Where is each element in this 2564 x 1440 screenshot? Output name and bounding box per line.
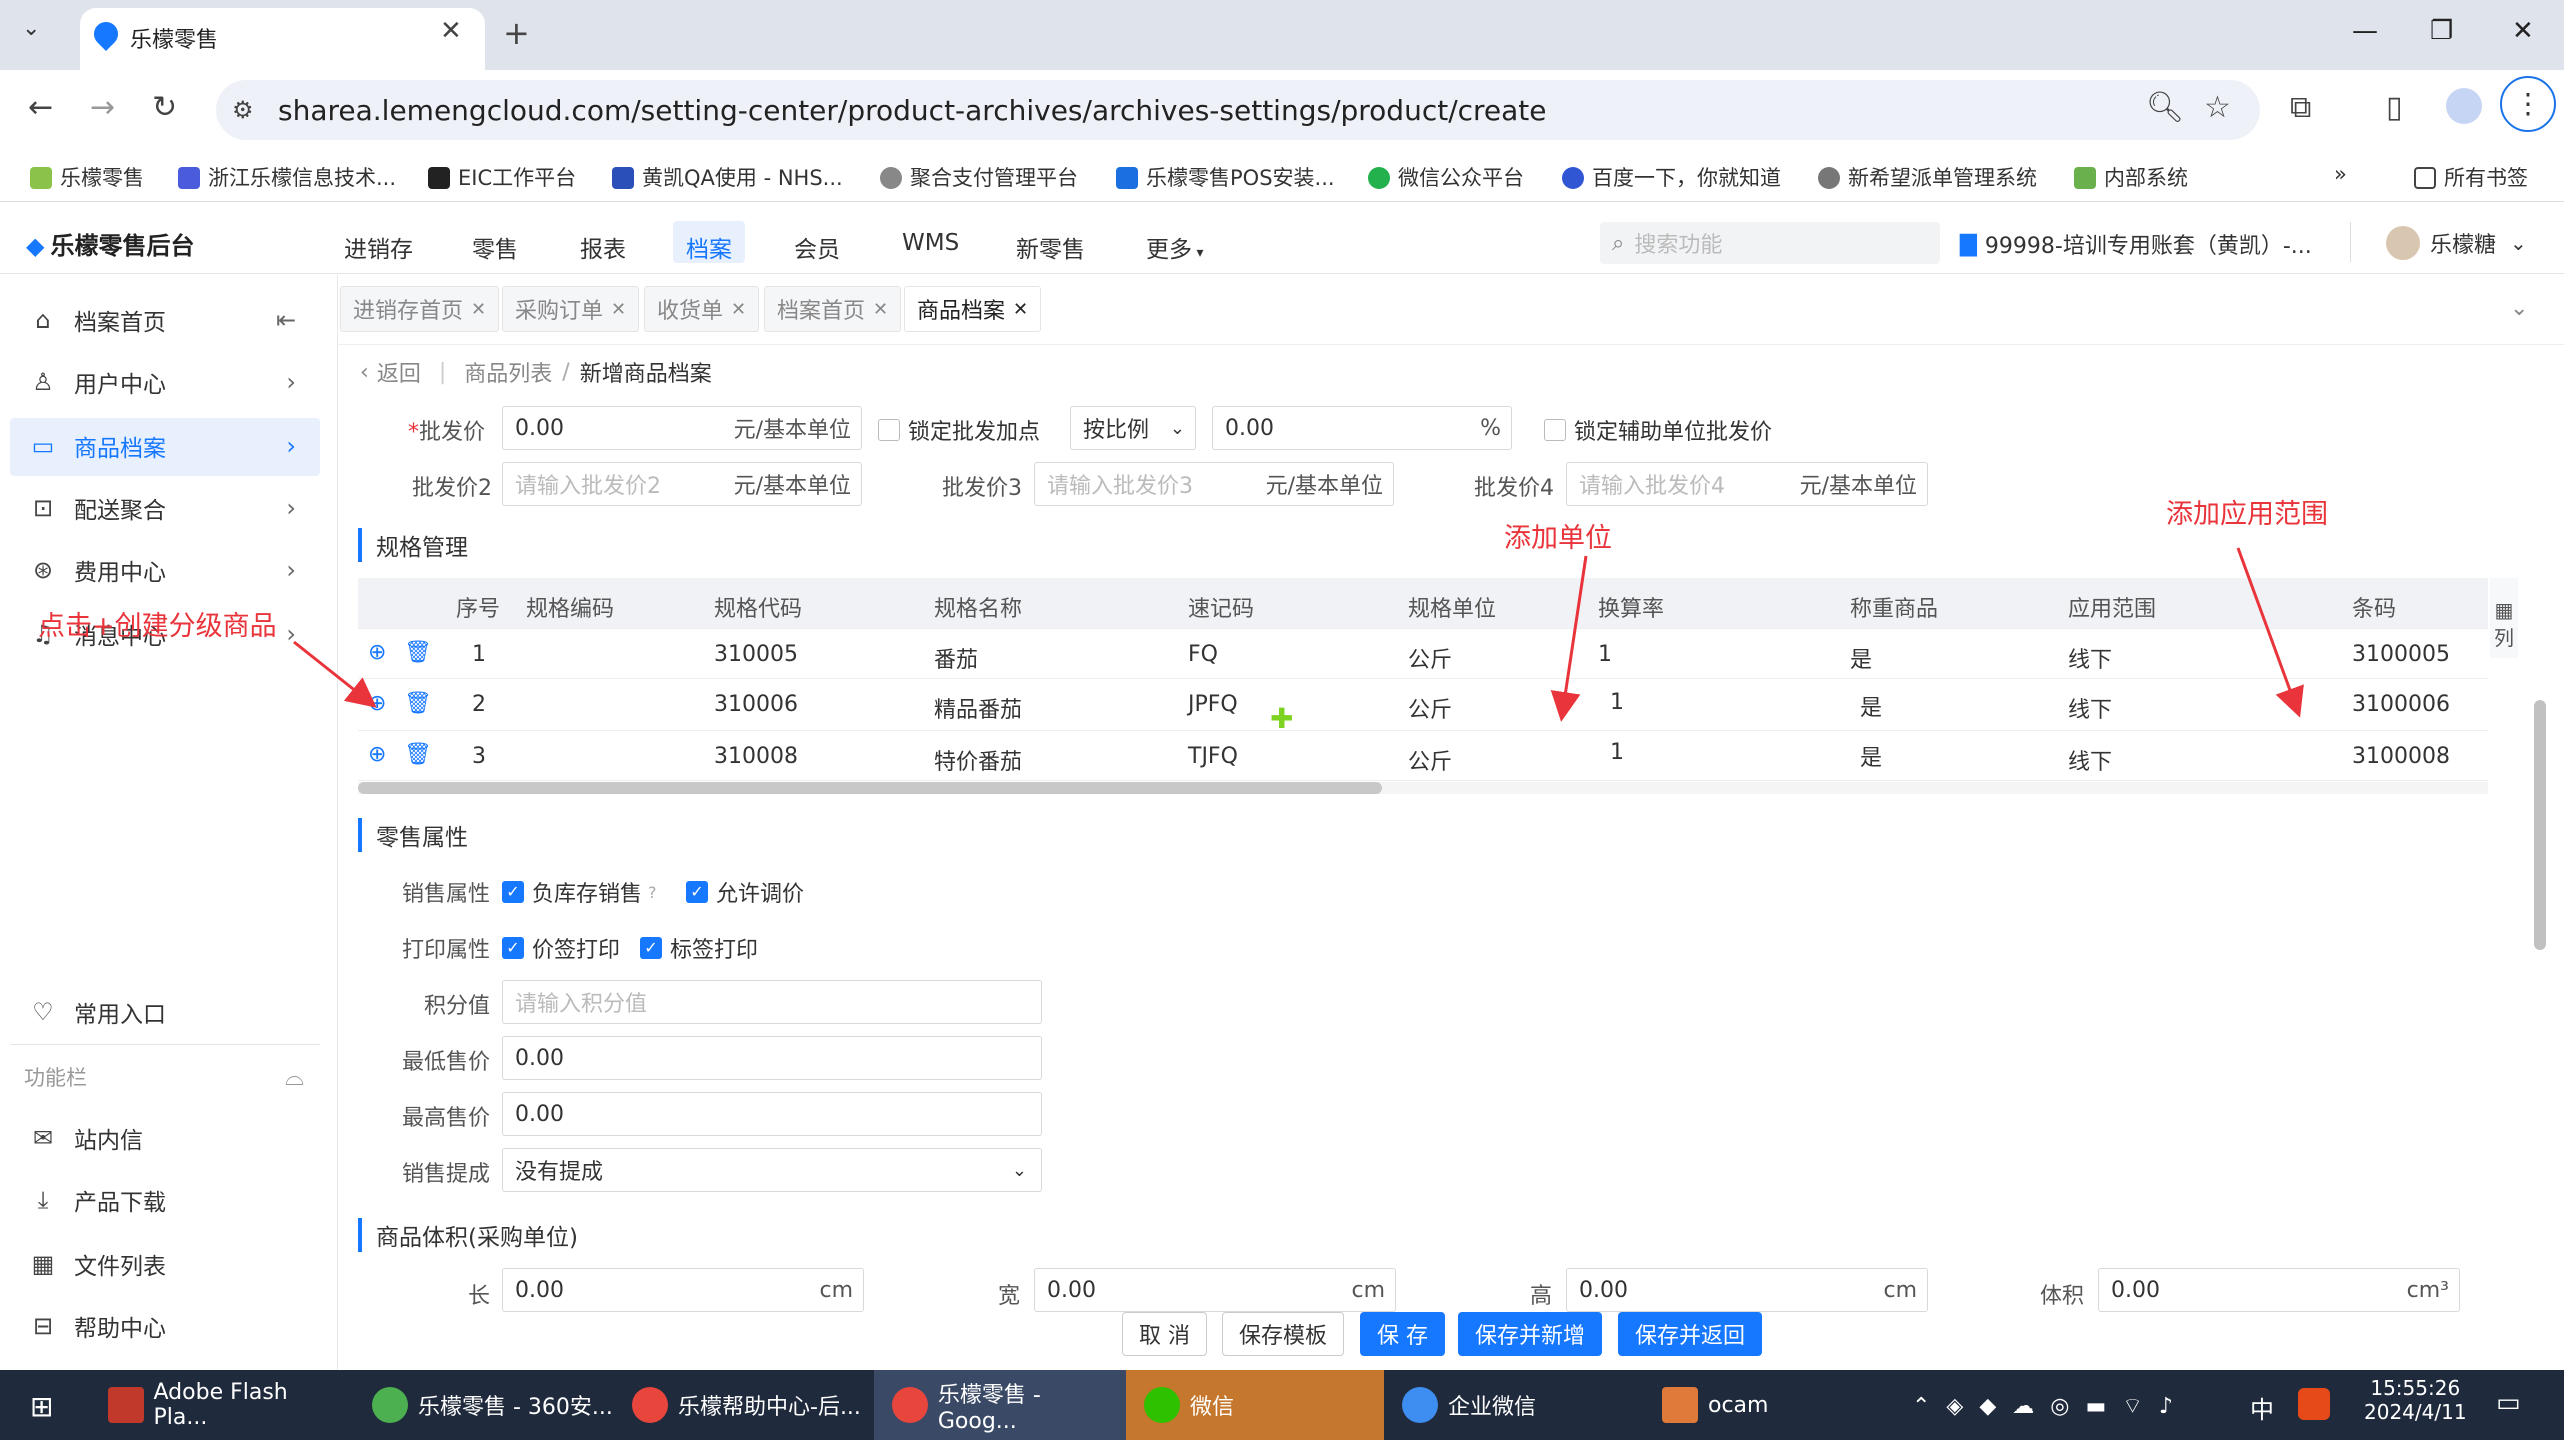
points-input[interactable]: 请输入积分值 [502, 980, 1042, 1024]
min-price-input[interactable]: 0.00 [502, 1036, 1042, 1080]
taskbar-item[interactable]: 乐檬帮助中心-后... [614, 1370, 874, 1440]
print-attr-label: 打印属性 [402, 938, 491, 963]
save-and-return-button[interactable]: 保存并返回 [1618, 1312, 1763, 1356]
windows-start-icon[interactable]: ⊞ [30, 1390, 53, 1423]
arrow-to-add-row [293, 640, 377, 708]
arrow-to-scope [2236, 547, 2304, 718]
retail-section-title: 零售属性 [358, 818, 468, 852]
max-price-input[interactable]: 0.00 [502, 1092, 1042, 1136]
points-label: 积分值 [424, 994, 491, 1019]
taskbar-item[interactable]: 微信 [1126, 1370, 1384, 1440]
page-vertical-scrollbar[interactable] [2534, 700, 2546, 950]
height-label: 高 [1530, 1284, 1553, 1309]
volume-input[interactable]: 0.00 cm³ [2098, 1268, 2460, 1312]
taskbar-item[interactable]: 乐檬零售 - Goog... [874, 1370, 1126, 1440]
notification-icon[interactable]: ▭ [2496, 1388, 2521, 1418]
taskbar-clock[interactable]: 15:55:26 2024/4/11 [2364, 1376, 2467, 1424]
volume-label: 体积 [2040, 1284, 2085, 1309]
negative-stock-checkbox[interactable]: ✓ 负库存销售? [502, 876, 657, 908]
taskbar-item[interactable]: Adobe Flash Pla... [90, 1370, 346, 1440]
arrow-to-rate [1550, 555, 1588, 722]
save-template-button[interactable]: 保存模板 [1222, 1312, 1345, 1356]
label-print-checkbox[interactable]: ✓ 标签打印 [640, 932, 758, 964]
sales-attr-label: 销售属性 [402, 882, 491, 907]
length-input[interactable]: 0.00 cm [502, 1268, 864, 1312]
price-tag-print-checkbox[interactable]: ✓ 价签打印 [502, 932, 620, 964]
taskbar-item[interactable]: 企业微信 [1384, 1370, 1644, 1440]
save-and-new-button[interactable]: 保存并新增 [1458, 1312, 1603, 1356]
help-tooltip-icon[interactable]: ? [648, 883, 657, 902]
taskbar-item[interactable]: ocam [1644, 1370, 1844, 1440]
commission-select[interactable]: 没有提成 ⌄ [502, 1148, 1042, 1192]
cancel-button[interactable]: 取 消 [1122, 1312, 1207, 1356]
volume-section-title: 商品体积(采购单位) [358, 1218, 578, 1252]
system-tray-icons[interactable]: ⌃◈◆☁◎▬⌔♪ [1912, 1392, 2189, 1420]
chevron-down-icon: ⌄ [1011, 1159, 1027, 1181]
commission-label: 销售提成 [402, 1162, 491, 1187]
max-price-label: 最高售价 [402, 1106, 491, 1131]
taskbar-item[interactable]: 乐檬零售 - 360安... [354, 1370, 614, 1440]
min-price-label: 最低售价 [402, 1050, 491, 1075]
ime-indicator[interactable]: 中 [2250, 1390, 2274, 1425]
save-button[interactable]: 保 存 [1360, 1312, 1445, 1356]
width-label: 宽 [998, 1284, 1021, 1309]
width-input[interactable]: 0.00 cm [1034, 1268, 1396, 1312]
height-input[interactable]: 0.00 cm [1566, 1268, 1928, 1312]
length-label: 长 [468, 1284, 491, 1309]
ime-app-icon[interactable] [2298, 1388, 2330, 1420]
allow-price-change-checkbox[interactable]: ✓ 允许调价 [686, 876, 804, 908]
